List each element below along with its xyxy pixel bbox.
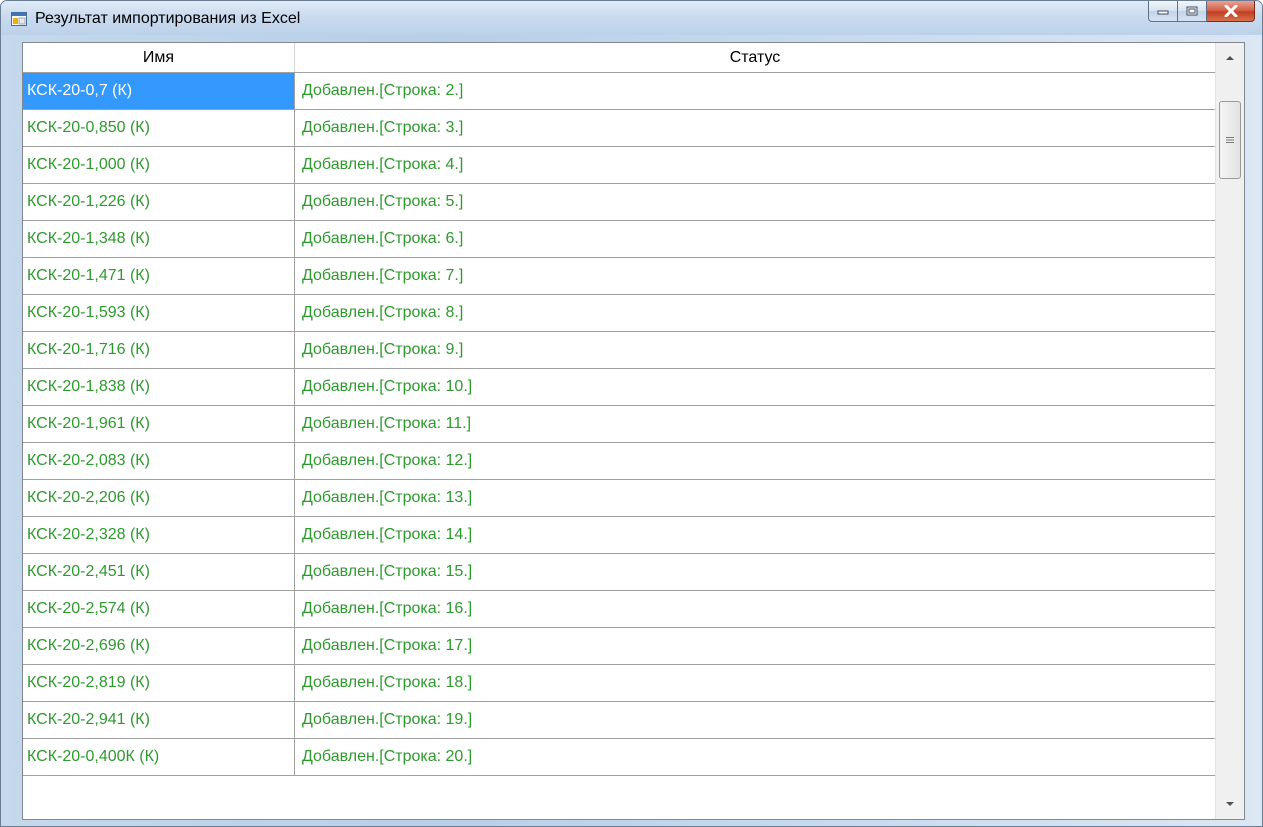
close-button[interactable] bbox=[1207, 1, 1255, 22]
import-results-grid: Имя Статус КСК-20-0,7 (К) Добавлен.[Строк… bbox=[22, 42, 1245, 820]
cell-name[interactable]: КСК-20-1,716 (К) bbox=[23, 332, 295, 369]
table-row[interactable]: КСК-20-0,850 (К) Добавлен.[Строка: 3.] bbox=[23, 110, 1216, 147]
cell-status[interactable]: Добавлен.[Строка: 16.] bbox=[295, 591, 1216, 628]
cell-name[interactable]: КСК-20-1,226 (К) bbox=[23, 184, 295, 221]
table-row[interactable]: КСК-20-2,451 (К) Добавлен.[Строка: 15.] bbox=[23, 554, 1216, 591]
arrow-up-icon bbox=[1226, 56, 1234, 60]
cell-status[interactable]: Добавлен.[Строка: 17.] bbox=[295, 628, 1216, 665]
table-row[interactable]: КСК-20-1,838 (К) Добавлен.[Строка: 10.] bbox=[23, 369, 1216, 406]
cell-name[interactable]: КСК-20-2,451 (К) bbox=[23, 554, 295, 591]
cell-name[interactable]: КСК-20-0,7 (К) bbox=[23, 73, 295, 110]
minimize-button[interactable] bbox=[1148, 1, 1178, 22]
vertical-scrollbar[interactable] bbox=[1215, 43, 1244, 819]
cell-name[interactable]: КСК-20-2,328 (К) bbox=[23, 517, 295, 554]
grid-header: Имя Статус bbox=[23, 43, 1216, 73]
grid-rows: КСК-20-0,7 (К) Добавлен.[Строка: 2.] КСК-2… bbox=[23, 73, 1216, 776]
cell-name[interactable]: КСК-20-2,574 (К) bbox=[23, 591, 295, 628]
cell-status[interactable]: Добавлен.[Строка: 20.] bbox=[295, 739, 1216, 776]
cell-status[interactable]: Добавлен.[Строка: 11.] bbox=[295, 406, 1216, 443]
cell-name[interactable]: КСК-20-2,696 (К) bbox=[23, 628, 295, 665]
table-row[interactable]: КСК-20-2,819 (К) Добавлен.[Строка: 18.] bbox=[23, 665, 1216, 702]
cell-name[interactable]: КСК-20-1,593 (К) bbox=[23, 295, 295, 332]
cell-status[interactable]: Добавлен.[Строка: 6.] bbox=[295, 221, 1216, 258]
maximize-button[interactable] bbox=[1178, 1, 1207, 22]
cell-name[interactable]: КСК-20-1,838 (К) bbox=[23, 369, 295, 406]
cell-status[interactable]: Добавлен.[Строка: 4.] bbox=[295, 147, 1216, 184]
title-bar[interactable]: Результат импортирования из Excel bbox=[1, 1, 1262, 35]
table-row[interactable]: КСК-20-1,000 (К) Добавлен.[Строка: 4.] bbox=[23, 147, 1216, 184]
cell-name[interactable]: КСК-20-2,941 (К) bbox=[23, 702, 295, 739]
scroll-thumb[interactable] bbox=[1219, 101, 1241, 179]
cell-status[interactable]: Добавлен.[Строка: 5.] bbox=[295, 184, 1216, 221]
cell-status[interactable]: Добавлен.[Строка: 18.] bbox=[295, 665, 1216, 702]
cell-status[interactable]: Добавлен.[Строка: 9.] bbox=[295, 332, 1216, 369]
cell-name[interactable]: КСК-20-1,348 (К) bbox=[23, 221, 295, 258]
window-controls bbox=[1148, 1, 1255, 23]
cell-name[interactable]: КСК-20-0,400К (К) bbox=[23, 739, 295, 776]
cell-status[interactable]: Добавлен.[Строка: 12.] bbox=[295, 443, 1216, 480]
table-row[interactable]: КСК-20-0,400К (К) Добавлен.[Строка: 20.] bbox=[23, 739, 1216, 776]
table-row[interactable]: КСК-20-1,716 (К) Добавлен.[Строка: 9.] bbox=[23, 332, 1216, 369]
table-row[interactable]: КСК-20-2,574 (К) Добавлен.[Строка: 16.] bbox=[23, 591, 1216, 628]
table-row[interactable]: КСК-20-1,348 (К) Добавлен.[Строка: 6.] bbox=[23, 221, 1216, 258]
cell-name[interactable]: КСК-20-2,819 (К) bbox=[23, 665, 295, 702]
cell-name[interactable]: КСК-20-1,961 (К) bbox=[23, 406, 295, 443]
table-row[interactable]: КСК-20-2,328 (К) Добавлен.[Строка: 14.] bbox=[23, 517, 1216, 554]
arrow-down-icon bbox=[1226, 802, 1234, 806]
cell-status[interactable]: Добавлен.[Строка: 7.] bbox=[295, 258, 1216, 295]
cell-name[interactable]: КСК-20-2,083 (К) bbox=[23, 443, 295, 480]
cell-status[interactable]: Добавлен.[Строка: 8.] bbox=[295, 295, 1216, 332]
scroll-up-button[interactable] bbox=[1216, 43, 1244, 73]
cell-name[interactable]: КСК-20-0,850 (К) bbox=[23, 110, 295, 147]
table-row[interactable]: КСК-20-1,226 (К) Добавлен.[Строка: 5.] bbox=[23, 184, 1216, 221]
cell-name[interactable]: КСК-20-1,471 (К) bbox=[23, 258, 295, 295]
window-title: Результат импортирования из Excel bbox=[35, 10, 301, 27]
close-icon bbox=[1224, 5, 1237, 17]
app-window-icon bbox=[11, 12, 27, 26]
scroll-down-button[interactable] bbox=[1216, 789, 1244, 819]
cell-name[interactable]: КСК-20-2,206 (К) bbox=[23, 480, 295, 517]
table-row[interactable]: КСК-20-1,471 (К) Добавлен.[Строка: 7.] bbox=[23, 258, 1216, 295]
import-result-window: Результат импортирования из Excel Имя Ст… bbox=[0, 0, 1263, 827]
table-row[interactable]: КСК-20-2,696 (К) Добавлен.[Строка: 17.] bbox=[23, 628, 1216, 665]
column-header-name[interactable]: Имя bbox=[23, 43, 295, 72]
table-row[interactable]: КСК-20-1,593 (К) Добавлен.[Строка: 8.] bbox=[23, 295, 1216, 332]
cell-status[interactable]: Добавлен.[Строка: 14.] bbox=[295, 517, 1216, 554]
cell-name[interactable]: КСК-20-1,000 (К) bbox=[23, 147, 295, 184]
cell-status[interactable]: Добавлен.[Строка: 13.] bbox=[295, 480, 1216, 517]
minimize-icon bbox=[1157, 10, 1169, 15]
cell-status[interactable]: Добавлен.[Строка: 2.] bbox=[295, 73, 1216, 110]
cell-status[interactable]: Добавлен.[Строка: 10.] bbox=[295, 369, 1216, 406]
grip-icon bbox=[1226, 137, 1234, 143]
data-grid: Имя Статус КСК-20-0,7 (К) Добавлен.[Строк… bbox=[23, 43, 1216, 819]
cell-status[interactable]: Добавлен.[Строка: 15.] bbox=[295, 554, 1216, 591]
column-header-status[interactable]: Статус bbox=[295, 43, 1216, 72]
table-row[interactable]: КСК-20-2,941 (К) Добавлен.[Строка: 19.] bbox=[23, 702, 1216, 739]
table-row[interactable]: КСК-20-1,961 (К) Добавлен.[Строка: 11.] bbox=[23, 406, 1216, 443]
table-row[interactable]: КСК-20-2,083 (К) Добавлен.[Строка: 12.] bbox=[23, 443, 1216, 480]
table-row[interactable]: КСК-20-2,206 (К) Добавлен.[Строка: 13.] bbox=[23, 480, 1216, 517]
maximize-icon bbox=[1186, 6, 1198, 16]
table-row[interactable]: КСК-20-0,7 (К) Добавлен.[Строка: 2.] bbox=[23, 73, 1216, 110]
cell-status[interactable]: Добавлен.[Строка: 19.] bbox=[295, 702, 1216, 739]
cell-status[interactable]: Добавлен.[Строка: 3.] bbox=[295, 110, 1216, 147]
